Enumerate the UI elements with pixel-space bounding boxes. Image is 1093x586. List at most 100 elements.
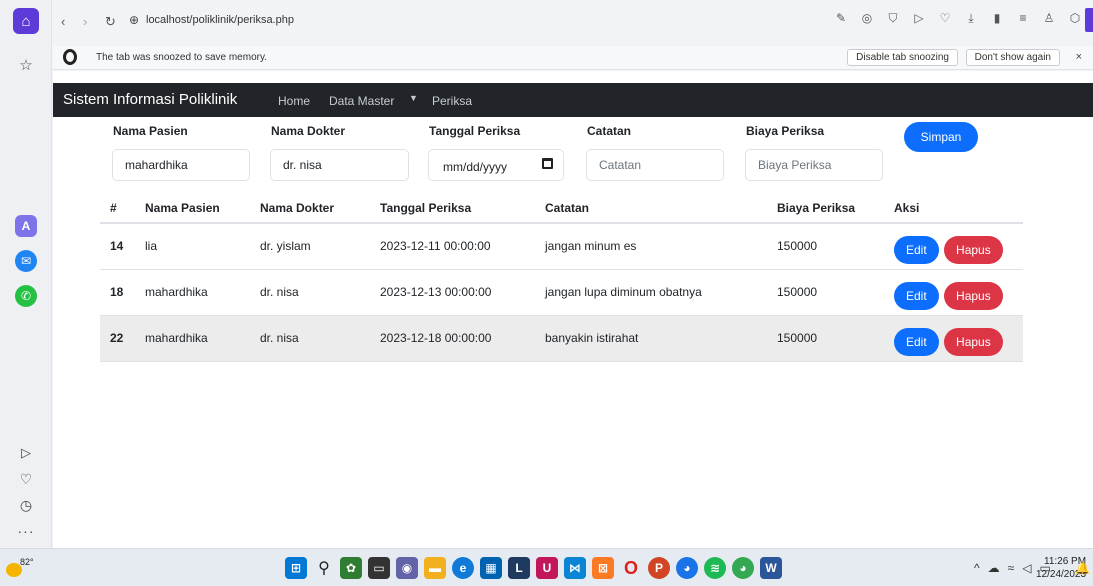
row-dokter: dr. nisa xyxy=(260,315,380,362)
flow-icon[interactable]: ▷ xyxy=(911,11,927,26)
col-catatan: Catatan xyxy=(545,193,777,224)
disable-snoozing-button[interactable]: Disable tab snoozing xyxy=(847,49,958,66)
navbar: Sistem Informasi Poliklinik Home Data Ma… xyxy=(53,83,1093,117)
row-catatan: jangan minum es xyxy=(545,223,777,270)
weather-temp: 82° xyxy=(20,557,34,567)
web-page: Sistem Informasi Poliklinik Home Data Ma… xyxy=(53,71,1093,548)
player-icon[interactable]: ▷ xyxy=(13,440,39,466)
hapus-button[interactable]: Hapus xyxy=(944,327,1003,356)
task-view-icon[interactable]: ▭ xyxy=(368,557,390,579)
chrome-icon[interactable]: ◕ xyxy=(676,557,698,579)
cloud-icon[interactable]: ☁ xyxy=(988,561,1000,575)
address-bar[interactable]: localhost/poliklinik/periksa.php xyxy=(146,14,294,26)
bookmark-star-icon[interactable]: ☆ xyxy=(13,52,39,78)
table-header-row: # Nama Pasien Nama Dokter Tanggal Periks… xyxy=(100,193,1023,224)
row-tanggal: 2023-12-13 00:00:00 xyxy=(380,269,545,316)
row-aksi: Edit Hapus xyxy=(894,315,1023,362)
home-icon[interactable]: ⌂ xyxy=(13,8,39,34)
whatsapp-icon[interactable]: ✆ xyxy=(15,285,37,307)
chevron-up-icon[interactable]: ^ xyxy=(974,561,980,575)
vscode-icon[interactable]: ⋈ xyxy=(564,557,586,579)
camera-icon[interactable]: ◎ xyxy=(859,11,875,26)
nama-pasien-input[interactable] xyxy=(112,149,250,181)
caret-down-icon[interactable]: ▼ xyxy=(409,93,418,103)
col-biaya-periksa: Biaya Periksa xyxy=(777,193,894,224)
row-number: 22 xyxy=(100,315,145,362)
spotify-icon[interactable]: ≋ xyxy=(704,557,726,579)
navbar-brand[interactable]: Sistem Informasi Poliklinik xyxy=(63,91,237,108)
close-icon[interactable]: × xyxy=(1076,51,1082,63)
sidebar-toggle[interactable] xyxy=(1085,8,1093,32)
nav-periksa[interactable]: Periksa xyxy=(432,94,472,108)
windows-start-icon[interactable]: ⊞ xyxy=(285,557,307,579)
app-icon[interactable]: ✿ xyxy=(340,557,362,579)
file-explorer-icon[interactable]: ▬ xyxy=(424,557,446,579)
reload-icon[interactable]: ↻ xyxy=(105,14,116,30)
opera-icon[interactable]: O xyxy=(620,557,642,579)
tanggal-periksa-input[interactable]: mm/dd/yyyy xyxy=(428,149,564,181)
row-pasien: mahardhika xyxy=(145,269,260,316)
snooze-infobar: The tab was snoozed to save memory. Disa… xyxy=(53,46,1093,70)
profile-icon[interactable]: ♙ xyxy=(1041,11,1057,26)
store-icon[interactable]: ▦ xyxy=(480,557,502,579)
table-row: 14 lia dr. yislam 2023-12-11 00:00:00 ja… xyxy=(100,223,1023,270)
edit-button[interactable]: Edit xyxy=(894,327,939,356)
catatan-input[interactable] xyxy=(586,149,724,181)
row-tanggal: 2023-12-11 00:00:00 xyxy=(380,223,545,270)
powerpoint-icon[interactable]: P xyxy=(648,557,670,579)
row-aksi: Edit Hapus xyxy=(894,223,1023,270)
wifi-icon[interactable]: ≈ xyxy=(1008,561,1015,575)
xampp-icon[interactable]: ⊠ xyxy=(592,557,614,579)
table-row: 22 mahardhika dr. nisa 2023-12-18 00:00:… xyxy=(100,315,1023,362)
row-dokter: dr. nisa xyxy=(260,269,380,316)
app-l-icon[interactable]: L xyxy=(508,557,530,579)
windows-taskbar: 82° ⊞ ⚲ ✿ ▭ ◉ ▬ e ▦ L U ⋈ ⊠ O P ◕ ≋ ◕ W … xyxy=(0,548,1093,586)
app-icon[interactable]: U xyxy=(536,557,558,579)
more-icon[interactable]: ··· xyxy=(13,518,39,544)
browser-toolbar: ‹ › ↻ ⊕ localhost/poliklinik/periksa.php… xyxy=(53,0,1093,46)
nama-dokter-input[interactable] xyxy=(270,149,409,181)
hapus-button[interactable]: Hapus xyxy=(944,281,1003,310)
history-clock-icon[interactable]: ◷ xyxy=(13,492,39,518)
back-icon[interactable]: ‹ xyxy=(61,14,65,29)
forward-icon[interactable]: › xyxy=(83,14,87,29)
col-tanggal-periksa: Tanggal Periksa xyxy=(380,193,545,224)
row-biaya: 150000 xyxy=(777,223,894,270)
edge-icon[interactable]: e xyxy=(452,557,474,579)
heart-icon[interactable]: ♡ xyxy=(13,466,39,492)
messenger-icon[interactable]: ✉ xyxy=(15,250,37,272)
edit-button[interactable]: Edit xyxy=(894,281,939,310)
globe-icon: ⊕ xyxy=(129,13,140,27)
volume-icon[interactable]: ◁ xyxy=(1022,561,1031,575)
calendar-icon[interactable] xyxy=(542,158,553,169)
download-icon[interactable]: ⤓ xyxy=(963,11,979,26)
row-tanggal: 2023-12-18 00:00:00 xyxy=(380,315,545,362)
date-placeholder: mm/dd/yyyy xyxy=(443,160,508,174)
dont-show-again-button[interactable]: Don't show again xyxy=(965,49,1060,66)
word-icon[interactable]: W xyxy=(760,557,782,579)
notification-bell-icon[interactable]: 🔔 xyxy=(1075,561,1090,575)
chrome-canary-icon[interactable]: ◕ xyxy=(732,557,754,579)
row-number: 14 xyxy=(100,223,145,270)
battery-icon[interactable]: ▮ xyxy=(989,11,1005,26)
heart-icon[interactable]: ♡ xyxy=(937,11,953,26)
chat-icon[interactable]: ◉ xyxy=(396,557,418,579)
row-number: 18 xyxy=(100,269,145,316)
menu-icon[interactable]: ≡ xyxy=(1015,11,1031,26)
biaya-periksa-input[interactable] xyxy=(745,149,883,181)
nav-data-master[interactable]: Data Master xyxy=(329,94,394,108)
shield-icon[interactable]: ⛉ xyxy=(885,11,901,26)
biaya-periksa-label: Biaya Periksa xyxy=(746,124,825,138)
extension-icon[interactable]: ⬡ xyxy=(1067,11,1083,26)
edit-icon[interactable]: ✎ xyxy=(833,11,849,26)
periksa-table: # Nama Pasien Nama Dokter Tanggal Periks… xyxy=(100,193,1023,362)
edit-button[interactable]: Edit xyxy=(894,236,939,264)
simpan-button[interactable]: Simpan xyxy=(904,122,978,152)
weather-widget[interactable]: 82° xyxy=(6,555,34,581)
table-row: 18 mahardhika dr. nisa 2023-12-13 00:00:… xyxy=(100,269,1023,316)
hapus-button[interactable]: Hapus xyxy=(944,236,1003,264)
search-icon[interactable]: ⚲ xyxy=(313,557,335,579)
nav-home[interactable]: Home xyxy=(278,94,310,108)
nama-dokter-label: Nama Dokter xyxy=(271,124,346,138)
aria-ai-icon[interactable]: A xyxy=(15,215,37,237)
